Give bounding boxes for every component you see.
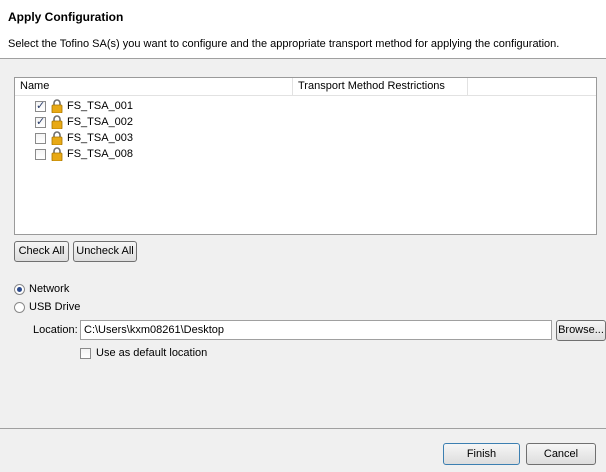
uncheck-all-button[interactable]: Uncheck All [73,241,137,262]
row-name: FS_TSA_003 [67,132,134,144]
radio-selected-dot [17,287,22,292]
column-header-name[interactable]: Name [15,78,293,95]
row-name: FS_TSA_008 [67,148,134,160]
lock-icon [51,99,63,113]
check-mark-icon: ✓ [36,116,46,128]
use-default-location-checkbox[interactable] [80,348,91,359]
use-default-location-label: Use as default location [96,347,208,359]
row-name: FS_TSA_002 [67,116,134,128]
usb-drive-radio[interactable] [14,302,25,313]
row-checkbox[interactable]: ✓ [35,100,46,112]
location-label: Location: [33,324,78,336]
dialog-description: Select the Tofino SA(s) you want to conf… [8,38,560,50]
column-header-transport[interactable]: Transport Method Restrictions [293,78,468,95]
location-input[interactable]: C:\Users\kxm08261\Desktop [80,320,552,340]
check-mark-icon: ✓ [36,100,46,112]
finish-button[interactable]: Finish [443,443,520,465]
network-radio[interactable] [14,284,25,295]
row-checkbox[interactable] [35,133,46,144]
dialog-header: Apply Configuration Select the Tofino SA… [0,0,606,59]
check-all-button[interactable]: Check All [14,241,69,262]
row-checkbox[interactable] [35,149,46,160]
table-header: Name Transport Method Restrictions [15,78,596,96]
usb-drive-label: USB Drive [29,301,81,313]
row-checkbox[interactable]: ✓ [35,116,46,128]
tofino-sa-table[interactable]: Name Transport Method Restrictions ✓ FS_… [14,77,597,235]
row-name: FS_TSA_001 [67,100,134,112]
dialog-title: Apply Configuration [8,10,124,24]
browse-button[interactable]: Browse... [556,320,606,341]
lock-icon [51,115,63,129]
lock-icon [51,147,63,161]
lock-icon [51,131,63,145]
cancel-button[interactable]: Cancel [526,443,596,465]
network-label: Network [29,283,70,295]
